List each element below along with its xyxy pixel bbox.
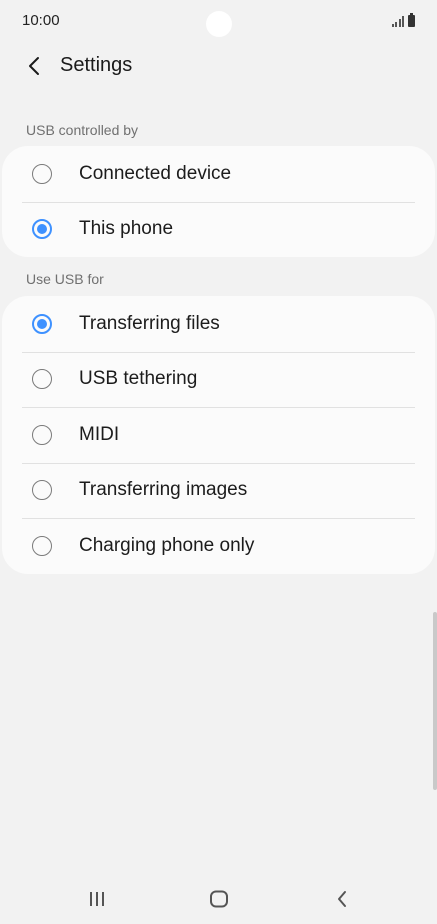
camera-cutout <box>206 11 232 37</box>
nav-back-button[interactable] <box>330 886 354 912</box>
chevron-left-icon <box>29 57 39 75</box>
recents-button[interactable] <box>84 886 110 912</box>
signal-icon <box>391 15 404 27</box>
option-transferring-files[interactable]: Transferring files <box>2 296 435 352</box>
radio-button[interactable] <box>32 163 52 184</box>
back-icon <box>338 891 346 907</box>
radio-button[interactable] <box>32 535 52 556</box>
option-label: Connected device <box>79 162 232 184</box>
page-title: Settings <box>60 54 133 76</box>
option-midi[interactable]: MIDI <box>2 407 435 463</box>
recents-icon <box>90 892 104 906</box>
home-button[interactable] <box>205 886 233 912</box>
status-time: 10:00 <box>22 12 60 29</box>
option-charging-phone-only[interactable]: Charging phone only <box>2 518 435 574</box>
section-label-use-usb-for: Use USB for <box>26 271 104 287</box>
usb-controlled-by-card: Connected device This phone <box>2 146 435 257</box>
radio-button[interactable] <box>32 424 52 445</box>
option-label: MIDI <box>79 423 120 445</box>
option-this-phone[interactable]: This phone <box>2 201 435 258</box>
home-icon <box>210 890 228 908</box>
option-connected-device[interactable]: Connected device <box>2 146 435 202</box>
option-label: Charging phone only <box>79 534 255 556</box>
scrollbar[interactable] <box>433 612 437 790</box>
option-label: USB tethering <box>79 368 198 390</box>
option-label: Transferring files <box>79 312 220 334</box>
navigation-bar <box>0 874 437 924</box>
status-icons <box>391 13 415 27</box>
app-header: Settings <box>0 44 437 88</box>
use-usb-for-card: Transferring files USB tethering MIDI Tr… <box>2 296 435 574</box>
radio-button-selected[interactable] <box>32 313 52 334</box>
status-bar: 10:00 <box>0 0 437 44</box>
radio-button[interactable] <box>32 480 52 501</box>
section-label-usb-controlled-by: USB controlled by <box>26 122 139 138</box>
option-label: Transferring images <box>79 479 248 501</box>
radio-button-selected[interactable] <box>32 219 52 240</box>
radio-button[interactable] <box>32 369 52 390</box>
battery-icon <box>408 13 415 27</box>
option-transferring-images[interactable]: Transferring images <box>2 462 435 519</box>
back-button[interactable] <box>20 52 48 80</box>
option-usb-tethering[interactable]: USB tethering <box>2 351 435 408</box>
option-label: This phone <box>79 218 174 240</box>
